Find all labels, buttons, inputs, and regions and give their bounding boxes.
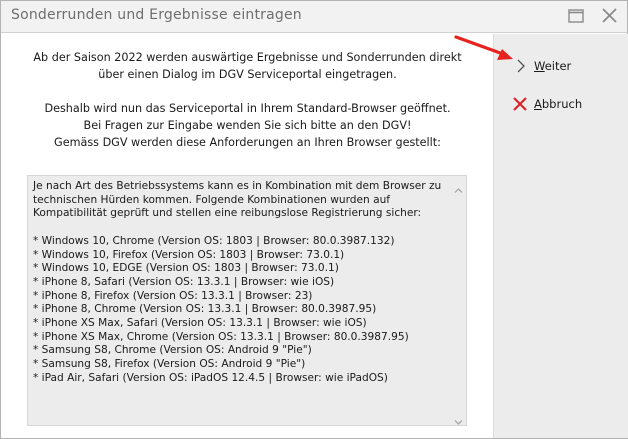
title-bar[interactable]: Sonderrunden und Ergebnisse eintragen — [1, 1, 627, 33]
intro-line: Deshalb wird nun das Serviceportal in Ih… — [44, 102, 451, 115]
scroll-up-icon[interactable] — [454, 180, 463, 193]
intro-line: Gemäss DGV werden diese Anforderungen an… — [54, 136, 441, 149]
close-icon[interactable] — [598, 6, 620, 26]
action-panel: Weiter Abbruch — [493, 34, 628, 438]
intro-line: über einen Dialog im DGV Serviceportal e… — [98, 68, 397, 81]
abbruch-button[interactable]: Abbruch — [512, 94, 582, 114]
cancel-x-icon — [512, 96, 528, 112]
requirements-scrollbar[interactable] — [451, 176, 466, 425]
intro-line: Ab der Saison 2022 werden auswärtige Erg… — [33, 51, 462, 64]
scroll-down-icon[interactable] — [454, 412, 463, 425]
red-arrow-annotation — [454, 35, 513, 60]
intro-line: Bei Fragen zur Eingabe wenden Sie sich b… — [83, 119, 412, 132]
weiter-button[interactable]: Weiter — [512, 56, 571, 76]
requirements-text: Je nach Art des Betriebssystems kann es … — [33, 180, 442, 384]
window-title: Sonderrunden und Ergebnisse eintragen — [11, 7, 302, 23]
maximize-icon[interactable] — [565, 6, 587, 26]
weiter-label: Weiter — [534, 59, 572, 73]
abbruch-label: Abbruch — [534, 97, 583, 111]
requirements-textbox[interactable]: Je nach Art des Betriebssystems kann es … — [27, 175, 467, 426]
intro-text: Ab der Saison 2022 werden auswärtige Erg… — [2, 49, 493, 151]
dialog-window: Sonderrunden und Ergebnisse eintragen Ab… — [0, 0, 628, 439]
dialog-content: Ab der Saison 2022 werden auswärtige Erg… — [2, 34, 493, 438]
